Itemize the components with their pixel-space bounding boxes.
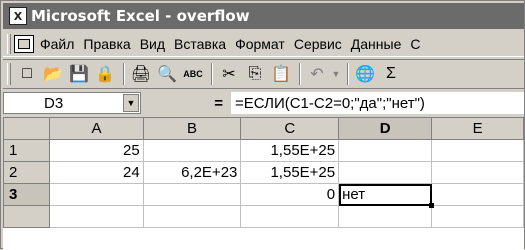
formula-input[interactable]: =ЕСЛИ(C1-C2=0;"да";"нет") xyxy=(231,92,524,114)
spelling-icon[interactable]: ABC xyxy=(181,62,205,86)
fill-handle[interactable] xyxy=(429,203,435,208)
excel-icon: X xyxy=(9,7,27,25)
cell-e2[interactable] xyxy=(431,161,524,184)
excel-window: X Microsoft Excel - overflow Файл Правка… xyxy=(0,0,525,250)
toolbar-separator xyxy=(347,63,349,85)
toolbar-separator xyxy=(299,63,301,85)
cell-c1[interactable]: 1,55E+25 xyxy=(240,139,340,162)
hyperlink-icon[interactable]: 🌐 xyxy=(353,62,377,86)
column-header-d[interactable]: D xyxy=(338,117,433,140)
menu-tools[interactable]: Сервис xyxy=(294,36,342,52)
toolbar-separator xyxy=(211,63,213,85)
menu-edit[interactable]: Правка xyxy=(83,36,130,52)
undo-icon[interactable]: ↶ xyxy=(305,62,329,86)
cell-b1[interactable] xyxy=(142,139,242,162)
copy-icon[interactable]: ⎘ xyxy=(243,62,267,86)
cell-d2[interactable] xyxy=(338,161,433,184)
cell-b3[interactable] xyxy=(142,183,242,206)
window-title: Microsoft Excel - overflow xyxy=(31,7,250,25)
formula-equals-icon: = xyxy=(214,94,223,112)
column-header-e[interactable]: E xyxy=(431,117,524,140)
permission-icon[interactable]: 🔒 xyxy=(93,62,117,86)
standard-toolbar: □ 📂 💾 🔒 🖨 🔍 ABC ✂ ⎘ 📋 ↶ ▼ 🌐 Σ xyxy=(3,59,524,89)
menu-window[interactable]: С xyxy=(410,36,420,52)
cell-d1[interactable] xyxy=(338,139,433,162)
menu-format[interactable]: Формат xyxy=(235,36,285,52)
cell-a2[interactable]: 24 xyxy=(49,161,144,184)
table-row xyxy=(3,205,524,228)
table-row: 3 0 нет xyxy=(3,183,524,208)
row-header-4[interactable] xyxy=(3,205,51,228)
cell-d3-selected[interactable]: нет xyxy=(338,183,435,208)
toolbar-separator xyxy=(123,63,125,85)
cell-b2[interactable]: 6,2E+23 xyxy=(142,161,242,184)
open-icon[interactable]: 📂 xyxy=(41,62,65,86)
cell-d4[interactable] xyxy=(338,205,433,228)
chevron-down-icon[interactable]: ▼ xyxy=(123,94,139,112)
select-all-button[interactable] xyxy=(3,117,51,140)
cell-c4[interactable] xyxy=(240,205,340,228)
table-row: 1 25 1,55E+25 xyxy=(3,139,524,162)
cell-c2[interactable]: 1,55E+25 xyxy=(240,161,340,184)
paste-icon[interactable]: 📋 xyxy=(269,62,293,86)
menu-grip[interactable] xyxy=(7,33,11,54)
menu-insert[interactable]: Вставка xyxy=(174,36,226,52)
autosum-icon[interactable]: Σ xyxy=(379,62,403,86)
row-header-2[interactable]: 2 xyxy=(3,161,51,184)
cell-a3[interactable] xyxy=(49,183,144,206)
print-icon[interactable]: 🖨 xyxy=(129,62,153,86)
cell-table: A B C D E 1 25 1,55E+25 2 24 6,2E+23 1,5… xyxy=(3,117,524,228)
cell-e3[interactable] xyxy=(431,183,524,206)
cell-c3[interactable]: 0 xyxy=(240,183,340,206)
formula-bar: D3 ▼ = =ЕСЛИ(C1-C2=0;"да";"нет") xyxy=(3,91,524,115)
column-header-row: A B C D E xyxy=(3,117,524,140)
cell-e1[interactable] xyxy=(431,139,524,162)
cell-e4[interactable] xyxy=(431,205,524,228)
table-row: 2 24 6,2E+23 1,55E+25 xyxy=(3,161,524,184)
row-header-1[interactable]: 1 xyxy=(3,139,51,162)
new-icon[interactable]: □ xyxy=(15,62,39,86)
print-preview-icon[interactable]: 🔍 xyxy=(155,62,179,86)
cell-d3-value: нет xyxy=(342,186,366,203)
cut-icon[interactable]: ✂ xyxy=(217,62,241,86)
cell-b4[interactable] xyxy=(142,205,242,228)
cell-a4[interactable] xyxy=(49,205,144,228)
column-header-a[interactable]: A xyxy=(49,117,144,140)
cell-a1[interactable]: 25 xyxy=(49,139,144,162)
toolbar-grip[interactable] xyxy=(7,63,11,85)
menu-view[interactable]: Вид xyxy=(140,36,165,52)
menu-data[interactable]: Данные xyxy=(351,36,402,52)
name-box-value: D3 xyxy=(44,94,64,112)
name-box[interactable]: D3 ▼ xyxy=(3,92,141,114)
column-header-b[interactable]: B xyxy=(142,117,242,140)
menu-file[interactable]: Файл xyxy=(40,36,74,52)
worksheet-grid: A B C D E 1 25 1,55E+25 2 24 6,2E+23 1,5… xyxy=(3,117,524,250)
document-icon[interactable] xyxy=(14,34,34,53)
row-header-3[interactable]: 3 xyxy=(3,183,51,206)
save-icon[interactable]: 💾 xyxy=(67,62,91,86)
menu-bar: Файл Правка Вид Вставка Формат Сервис Да… xyxy=(3,31,524,57)
column-header-c[interactable]: C xyxy=(240,117,340,140)
undo-dropdown-icon[interactable]: ▼ xyxy=(331,62,341,86)
title-bar: X Microsoft Excel - overflow xyxy=(3,3,524,29)
